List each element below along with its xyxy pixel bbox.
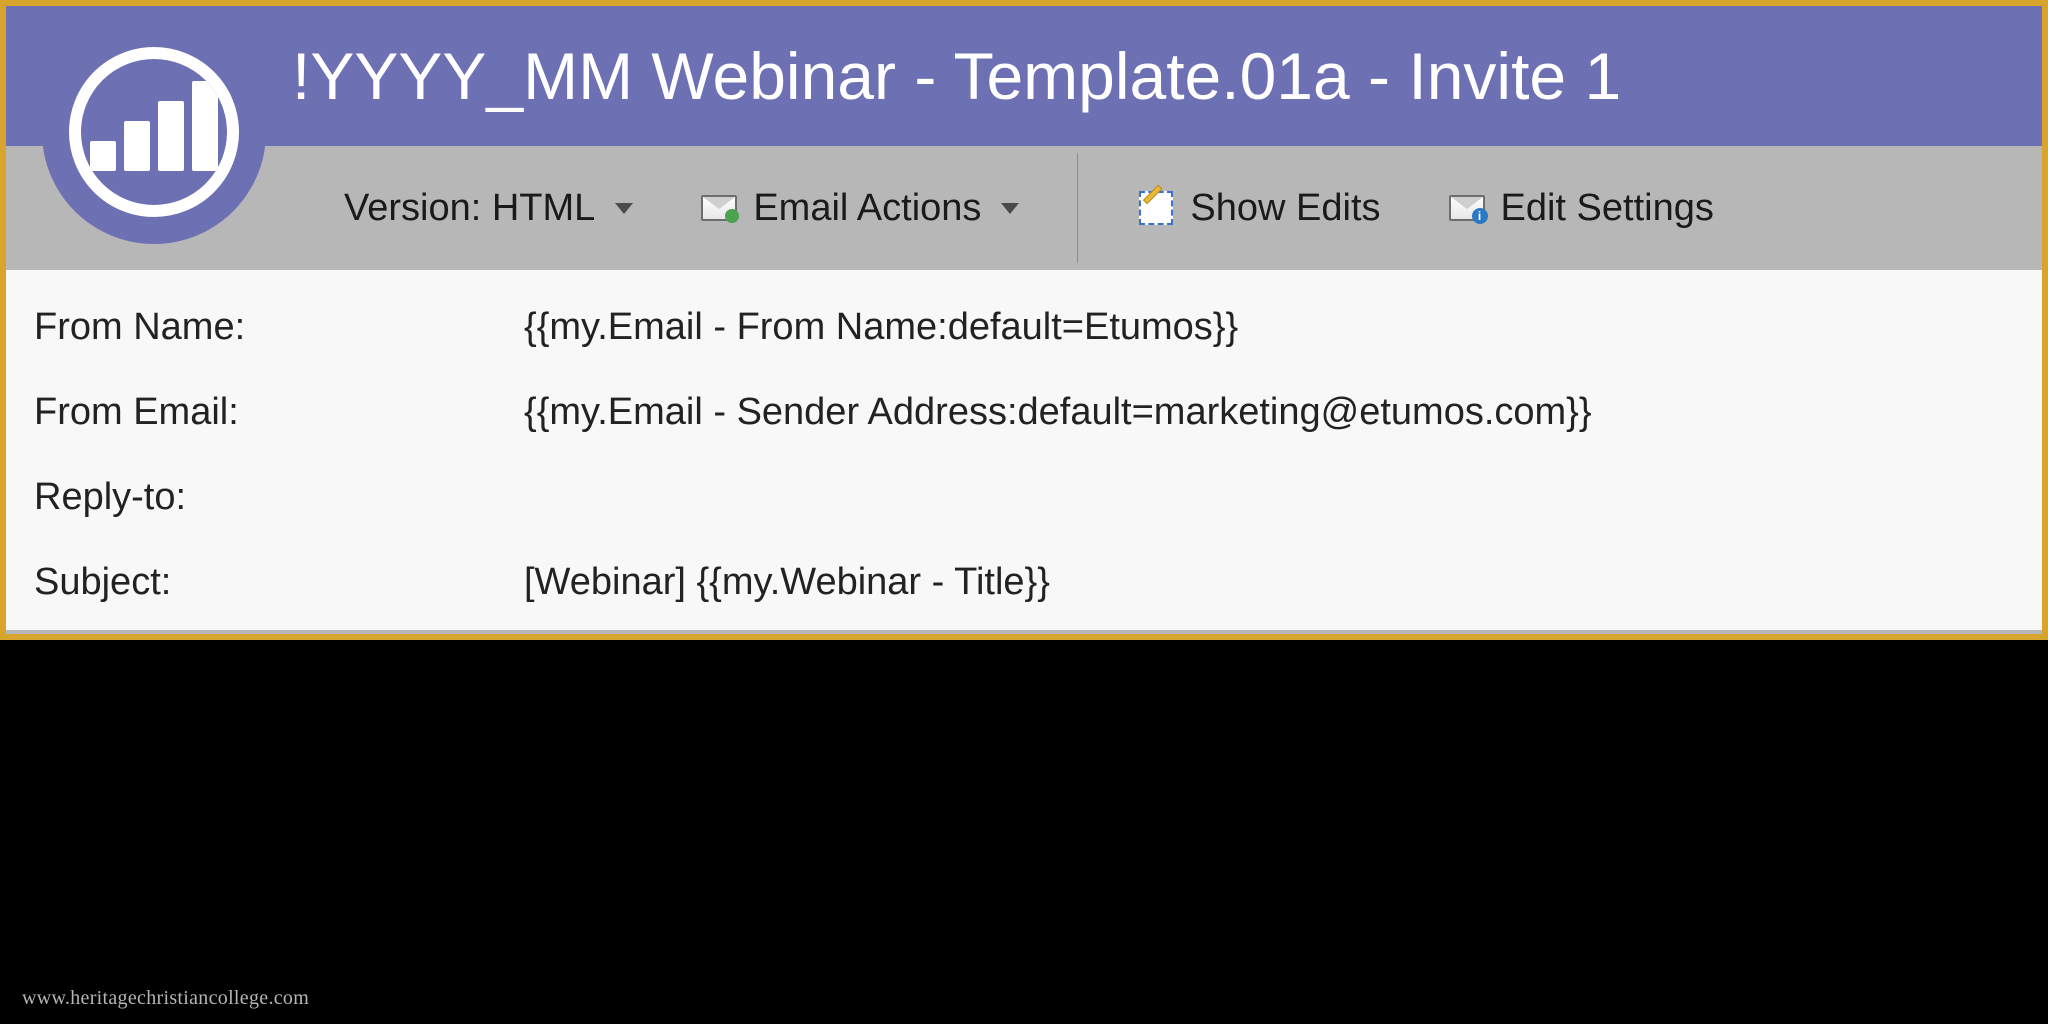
toolbar-separator — [1077, 153, 1078, 263]
from-name-label: From Name: — [34, 306, 524, 349]
header-bar: !YYYY_MM Webinar - Template.01a - Invite… — [6, 6, 2042, 146]
from-email-row: From Email: {{my.Email - Sender Address:… — [34, 391, 2014, 434]
reply-to-value[interactable] — [524, 476, 2014, 519]
app-frame: !YYYY_MM Webinar - Template.01a - Invite… — [0, 0, 2048, 640]
email-actions-dropdown[interactable]: Email Actions — [681, 179, 1037, 238]
mail-go-icon — [699, 193, 739, 223]
from-name-row: From Name: {{my.Email - From Name:defaul… — [34, 306, 2014, 349]
edit-settings-button[interactable]: i Edit Settings — [1429, 179, 1732, 238]
chevron-down-icon — [1001, 203, 1019, 214]
subject-value[interactable]: [Webinar] {{my.Webinar - Title}} — [524, 561, 2014, 604]
show-edits-button[interactable]: Show Edits — [1118, 179, 1398, 238]
page-title: !YYYY_MM Webinar - Template.01a - Invite… — [292, 38, 1621, 114]
subject-row: Subject: [Webinar] {{my.Webinar - Title}… — [34, 561, 2014, 604]
email-meta-panel: From Name: {{my.Email - From Name:defaul… — [6, 270, 2042, 630]
reply-to-row: Reply-to: — [34, 476, 2014, 519]
version-label: Version: HTML — [344, 187, 595, 230]
mail-info-icon: i — [1447, 193, 1487, 223]
chevron-down-icon — [615, 203, 633, 214]
brand-logo — [42, 20, 266, 244]
version-dropdown[interactable]: Version: HTML — [326, 179, 651, 238]
toolbar: Version: HTML Email Actions Show Edits i… — [6, 146, 2042, 270]
email-actions-label: Email Actions — [753, 187, 981, 230]
from-email-value[interactable]: {{my.Email - Sender Address:default=mark… — [524, 391, 2014, 434]
watermark-text: www.heritagechristiancollege.com — [22, 987, 309, 1010]
from-name-value[interactable]: {{my.Email - From Name:default=Etumos}} — [524, 306, 2014, 349]
marketo-logo-icon — [69, 47, 239, 217]
from-email-label: From Email: — [34, 391, 524, 434]
show-edits-label: Show Edits — [1190, 187, 1380, 230]
pencil-box-icon — [1136, 193, 1176, 223]
subject-label: Subject: — [34, 561, 524, 604]
edit-settings-label: Edit Settings — [1501, 187, 1714, 230]
reply-to-label: Reply-to: — [34, 476, 524, 519]
